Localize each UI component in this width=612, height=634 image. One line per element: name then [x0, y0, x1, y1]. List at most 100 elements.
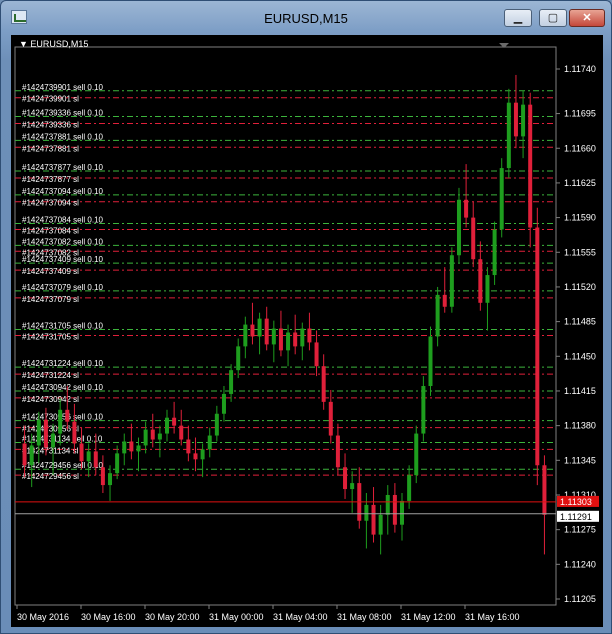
- x-tick-label: 31 May 00:00: [209, 612, 264, 622]
- candle-body: [214, 413, 219, 436]
- candle-body: [535, 227, 540, 466]
- price-chart[interactable]: 1.11740 1.11695 1.11660 1.11625 1.11590 1.115…: [11, 35, 603, 627]
- candlestick-chart[interactable]: 1.11740 1.11695 1.11660 1.11625 1.11590 1.115…: [11, 35, 603, 627]
- candle-body: [143, 429, 148, 446]
- stop-loss-label: #1424737877 sl: [22, 175, 79, 184]
- y-tick-label: 1.11450: [564, 351, 596, 361]
- y-tick-label: 1.11345: [564, 455, 596, 465]
- sell-order-label: #1424737094 sell 0.10: [22, 187, 104, 196]
- y-tick-label: 1.11520: [564, 282, 596, 292]
- stop-loss-label: #1424730956 sl: [22, 425, 79, 434]
- candle-body: [528, 104, 533, 228]
- sell-order-label: #1424730956 sell 0.10: [22, 413, 104, 422]
- sell-order-label: #1424729456 sell 0.10: [22, 461, 104, 470]
- y-tick-label: 1.11380: [564, 421, 596, 431]
- candle-body: [442, 294, 447, 307]
- candle-body: [435, 294, 440, 337]
- candle-body: [464, 199, 469, 218]
- minimize-button[interactable]: ▁: [504, 9, 532, 27]
- x-tick-label: 30 May 16:00: [81, 612, 136, 622]
- candle-body: [93, 451, 98, 468]
- candle-body: [521, 104, 526, 137]
- candle-body: [271, 328, 276, 345]
- candle-body: [421, 386, 426, 434]
- candle-body: [350, 483, 355, 490]
- y-tick-label: 1.11590: [564, 213, 596, 223]
- candle-body: [478, 259, 483, 303]
- candle-body: [250, 324, 255, 337]
- candle-body: [243, 324, 248, 347]
- candle-body: [264, 318, 269, 345]
- candle-body: [72, 421, 77, 444]
- stop-loss-label: #1424739901 sl: [22, 95, 79, 104]
- candle-body: [200, 449, 205, 460]
- candle-body: [400, 500, 405, 525]
- candle-body: [86, 451, 91, 462]
- candle-body: [150, 429, 155, 440]
- sell-order-label: #1424739901 sell 0.10: [22, 83, 104, 92]
- y-tick-label: 1.11240: [564, 559, 596, 569]
- candle-body: [221, 393, 226, 414]
- symbol-text: EURUSD,M15: [30, 39, 89, 49]
- candle-body: [29, 445, 34, 466]
- candle-body: [314, 342, 319, 367]
- candle-body: [51, 433, 56, 448]
- candle-body: [229, 370, 234, 394]
- stop-loss-label: #1424730942 sl: [22, 395, 79, 404]
- x-tick-label: 31 May 04:00: [273, 612, 328, 622]
- candle-body: [300, 328, 305, 347]
- candle-body: [43, 419, 48, 448]
- x-tick-label: 31 May 08:00: [337, 612, 392, 622]
- candle-body: [122, 441, 127, 454]
- y-tick-label: 1.11415: [564, 386, 596, 396]
- candle-body: [129, 441, 134, 452]
- candle-body: [193, 453, 198, 460]
- candle-body: [65, 409, 70, 422]
- candle-body: [343, 467, 348, 490]
- y-tick-label: 1.11740: [564, 64, 596, 74]
- y-tick-label: 1.11660: [564, 143, 596, 153]
- sell-order-label: #1424737409 sell 0.10: [22, 255, 104, 264]
- candle-body: [286, 332, 291, 351]
- stop-loss-label: #1424737881 sl: [22, 144, 79, 153]
- ask-price-label: 1.11291: [560, 512, 592, 522]
- sell-order-label: #1424737881 sell 0.10: [22, 132, 104, 141]
- candle-body: [136, 445, 141, 452]
- candle-body: [172, 417, 177, 426]
- candle-body: [164, 417, 169, 434]
- x-tick-label: 31 May 12:00: [401, 612, 456, 622]
- candle-body: [428, 336, 433, 387]
- title-bar[interactable]: EURUSD,M15 ▁ ▢ ✕: [1, 1, 611, 35]
- candle-body: [257, 318, 262, 337]
- stop-loss-label: #1424737084 sl: [22, 226, 79, 235]
- candle-body: [385, 494, 390, 515]
- candle-body: [307, 328, 312, 343]
- y-tick-label: 1.11555: [564, 247, 596, 257]
- candle-body: [157, 433, 162, 440]
- y-tick-label: 1.11205: [564, 594, 596, 604]
- candle-body: [471, 217, 476, 260]
- candle-body: [492, 229, 497, 276]
- candle-body: [449, 255, 454, 307]
- stop-loss-label: #1424737094 sl: [22, 199, 79, 208]
- stop-loss-label: #1424737409 sl: [22, 267, 79, 276]
- y-tick-label: 1.11275: [564, 525, 596, 535]
- close-button[interactable]: ✕: [569, 9, 605, 27]
- candle-body: [321, 366, 326, 402]
- candle-body: [371, 504, 376, 535]
- sell-order-label: #1424731224 sell 0.10: [22, 359, 104, 368]
- sell-order-label: #1424731134 sell 0.10: [22, 434, 103, 443]
- stop-loss-label: #1424731705 sl: [22, 332, 79, 341]
- y-tick-label: 1.11695: [564, 109, 596, 119]
- sell-order-label: #1424737079 sell 0.10: [22, 283, 104, 292]
- candle-body: [79, 443, 84, 462]
- stop-loss-label: #1424731224 sl: [22, 371, 79, 380]
- sell-order-label: #1424739336 sell 0.10: [22, 109, 104, 118]
- stop-loss-label: #1424739336 sl: [22, 120, 79, 129]
- sell-order-label: #1424737877 sell 0.10: [22, 163, 104, 172]
- sell-order-label: #1424737084 sell 0.10: [22, 216, 104, 225]
- y-tick-label: 1.11625: [564, 178, 596, 188]
- candle-body: [179, 425, 184, 440]
- maximize-button[interactable]: ▢: [539, 9, 567, 27]
- candle-body: [58, 409, 63, 434]
